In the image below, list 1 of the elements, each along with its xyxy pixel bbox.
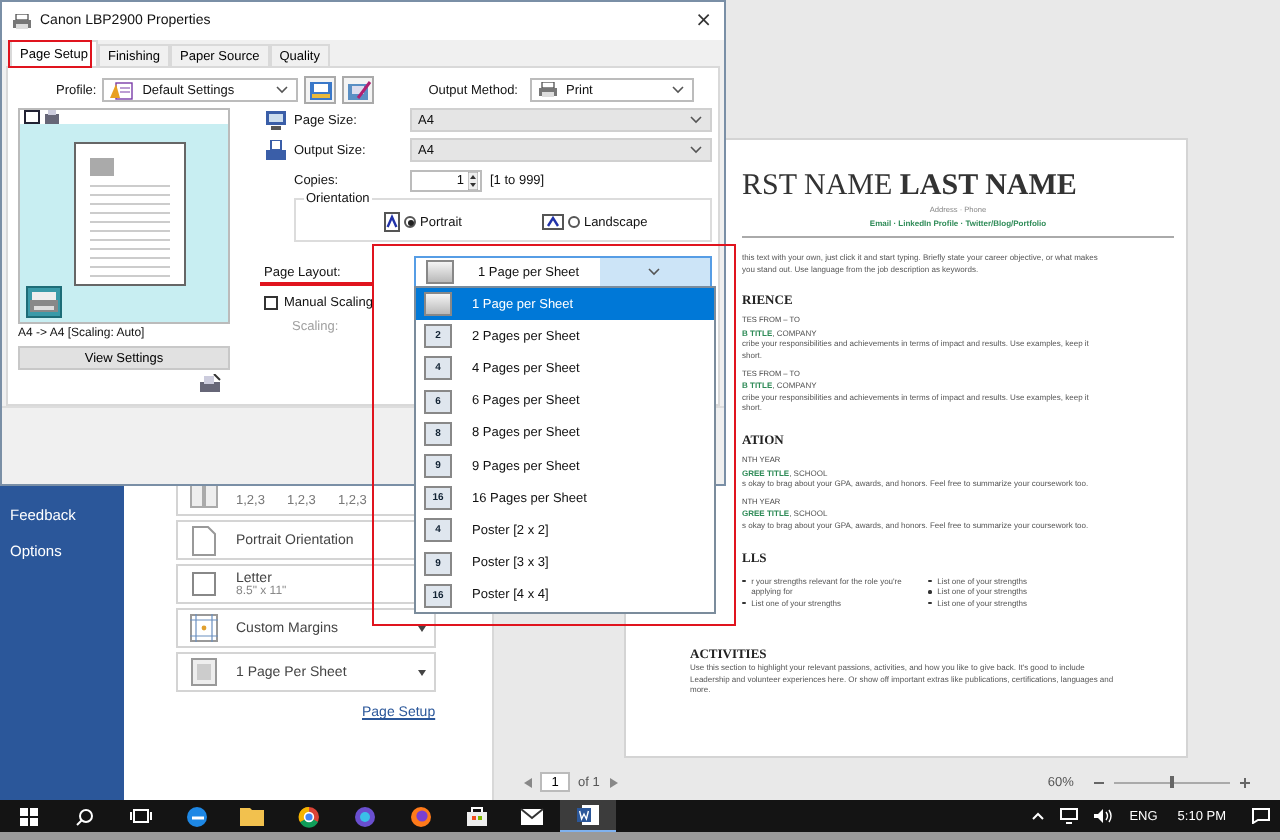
resume-name: RST NAME LAST NAME: [742, 170, 1079, 204]
